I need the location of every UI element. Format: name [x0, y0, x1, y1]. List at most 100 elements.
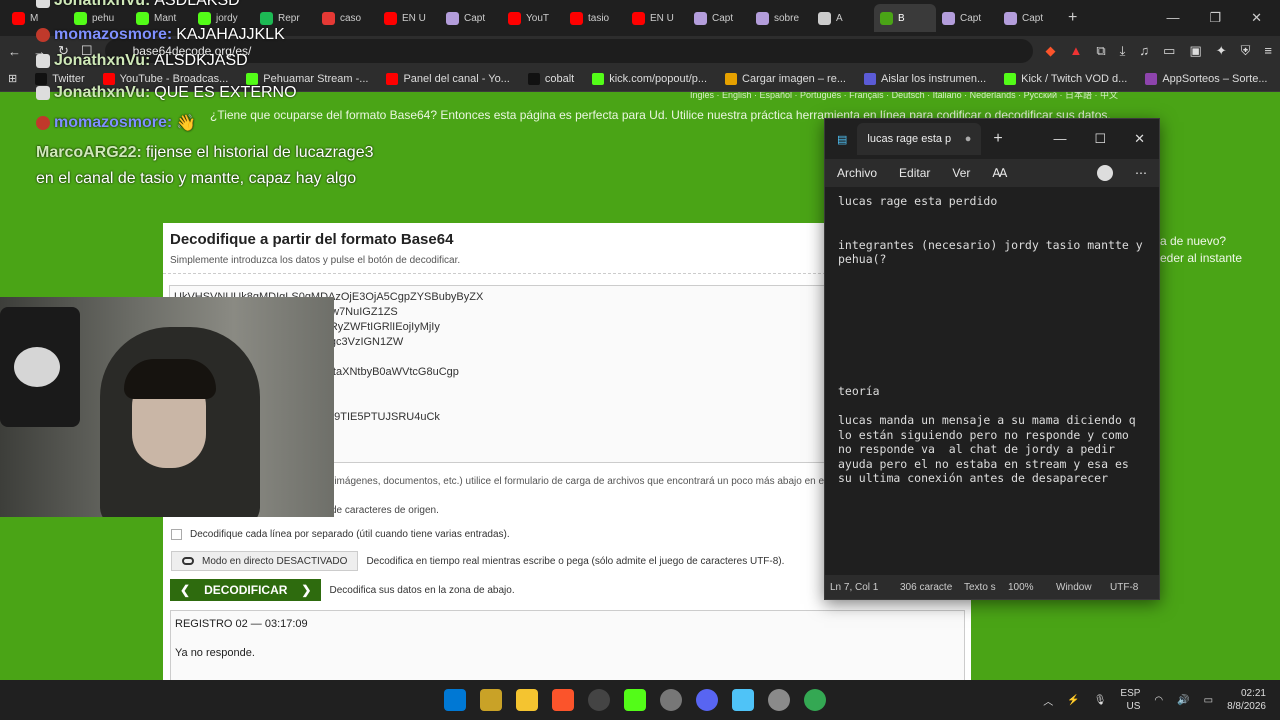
status-text-type: Texto s: [964, 581, 996, 593]
mic-icon[interactable]: 🎙: [1094, 695, 1107, 706]
start-icon[interactable]: [444, 689, 466, 711]
minimize-icon[interactable]: —: [1053, 131, 1066, 147]
chat-text: fijense el historial de lucazrage3: [145, 144, 374, 161]
bookmark-item[interactable]: cobalt: [527, 72, 574, 85]
live-mode-button[interactable]: Modo en directo DESACTIVADO: [171, 551, 359, 571]
chat-text: KAJAHAJJKLK: [176, 26, 285, 43]
menu-editar[interactable]: Editar: [899, 166, 930, 180]
text-format-icon[interactable]: Ꜳ: [992, 166, 1007, 180]
discord-icon[interactable]: [696, 689, 718, 711]
webcam-overlay: [0, 297, 334, 517]
browser-tab[interactable]: Capt: [688, 4, 750, 32]
apps-icon[interactable]: ⊞: [8, 72, 17, 85]
new-tab-icon[interactable]: +: [1068, 9, 1077, 27]
tab-favicon: [384, 11, 397, 25]
bookmark-item[interactable]: Aislar los instrumen...: [863, 72, 986, 85]
browser-tab[interactable]: YouT: [502, 4, 564, 32]
tab-favicon: [260, 11, 273, 25]
volume-icon[interactable]: 🔊: [1177, 695, 1189, 706]
chat-message: JonathxnVu: ASDLAKSD: [36, 0, 240, 10]
file-explorer-icon[interactable]: [516, 689, 538, 711]
close-icon[interactable]: ✕: [1134, 131, 1145, 147]
bookmark-item[interactable]: Twitter: [35, 72, 85, 85]
chat-message: JonathxnVu: ALSDKJASD: [36, 52, 248, 70]
ai-icon[interactable]: ✦: [1216, 43, 1227, 59]
menu-archivo[interactable]: Archivo: [837, 166, 877, 180]
chat-text: QUE ES EXTERNO: [154, 84, 297, 101]
chrome-icon[interactable]: [804, 689, 826, 711]
extensions-icon[interactable]: ⧉: [1096, 43, 1105, 59]
battery-icon[interactable]: ▭: [1204, 695, 1213, 706]
bookmark-item[interactable]: Kick / Twitch VOD d...: [1004, 72, 1127, 85]
bookmark-item[interactable]: Pehuamar Stream -...: [246, 72, 368, 85]
decode-button[interactable]: ❮ DECODIFICAR ❯: [170, 579, 322, 601]
account-avatar[interactable]: [1097, 165, 1113, 181]
browser-tab[interactable]: caso: [316, 4, 378, 32]
kick-icon[interactable]: [624, 689, 646, 711]
browser-tab[interactable]: Capt: [440, 4, 502, 32]
brave-browser-icon[interactable]: [552, 689, 574, 711]
more-icon[interactable]: ⋯: [1135, 166, 1159, 180]
menu-icon[interactable]: ≡: [1264, 43, 1272, 59]
live-mode-desc: Decodifica en tiempo real mientras escri…: [366, 555, 785, 567]
card-title: Decodifique a partir del formato Base64: [170, 231, 454, 248]
bookmark-item[interactable]: Cargar imagen – re...: [725, 72, 846, 85]
notepad-text-area[interactable]: lucas rage esta perdido integrantes (nec…: [825, 187, 1159, 579]
new-tab-icon[interactable]: +: [993, 130, 1002, 148]
wallet-icon[interactable]: ▣: [1189, 43, 1201, 59]
chat-message: MarcoARG22: fijense el historial de lucaz…: [36, 144, 374, 162]
vpn-icon[interactable]: ⛨: [1241, 43, 1251, 59]
chat-message: en el canal de tasio y mantte, capaz hay…: [36, 170, 356, 188]
clock[interactable]: 02:21 8/8/2026: [1227, 687, 1266, 713]
browser-tab[interactable]: B: [874, 4, 936, 32]
browser-tab[interactable]: EN U: [626, 4, 688, 32]
maximize-icon[interactable]: ☐: [1094, 131, 1106, 147]
tab-favicon: [880, 11, 893, 25]
per-line-checkbox[interactable]: [171, 529, 182, 540]
back-icon[interactable]: ←: [8, 44, 21, 59]
browser-tab[interactable]: Capt: [998, 4, 1060, 32]
tab-label: EN U: [402, 12, 426, 24]
close-icon[interactable]: ✕: [1251, 10, 1262, 26]
brave-rewards-icon[interactable]: ▲: [1069, 43, 1082, 59]
menu-ver[interactable]: Ver: [952, 166, 970, 180]
notepad-taskbar-icon[interactable]: [732, 689, 754, 711]
language-links[interactable]: Inglés · English · Español · Português ·…: [690, 92, 1118, 101]
tab-label: sobre: [774, 12, 800, 24]
tab-favicon: [942, 11, 955, 25]
tray-app-icon[interactable]: ⚡: [1067, 695, 1079, 706]
bookmark-item[interactable]: AppSorteos – Sorte...: [1145, 72, 1267, 85]
music-icon[interactable]: ♫: [1139, 43, 1149, 59]
per-line-label: Decodifique cada línea por separado (úti…: [190, 529, 510, 540]
bookmark-item[interactable]: kick.com/popout/p...: [592, 72, 707, 85]
maximize-icon[interactable]: ❐: [1209, 10, 1221, 26]
bookmark-label: Panel del canal - Yo...: [403, 72, 510, 85]
app-icon[interactable]: [660, 689, 682, 711]
bookmark-item[interactable]: YouTube - Broadcas...: [102, 72, 228, 85]
obs-icon[interactable]: [588, 689, 610, 711]
bookmark-icon: [246, 72, 259, 85]
widgets-icon[interactable]: [480, 689, 502, 711]
tab-label: Repr: [278, 12, 300, 24]
bookmark-item[interactable]: Panel del canal - Yo...: [386, 72, 510, 85]
chevron-up-icon[interactable]: ︿: [1043, 693, 1053, 708]
language-indicator[interactable]: ESP US: [1120, 687, 1140, 713]
per-line-checkbox-row[interactable]: Decodifique cada línea por separado (úti…: [171, 529, 510, 540]
browser-tab[interactable]: EN U: [378, 4, 440, 32]
sidebar-icon[interactable]: ▭: [1163, 43, 1175, 59]
download-icon[interactable]: ⤓: [1120, 43, 1126, 59]
browser-tab[interactable]: Capt: [936, 4, 998, 32]
minimize-icon[interactable]: —: [1166, 10, 1179, 26]
tab-favicon: [1004, 11, 1017, 25]
notepad-tab[interactable]: lucas rage esta p ●: [857, 123, 982, 155]
browser-tab[interactable]: A: [812, 4, 874, 32]
settings-icon[interactable]: [768, 689, 790, 711]
status-line-ending: Window: [1056, 581, 1092, 593]
bookmark-icon: [863, 72, 876, 85]
brave-shield-icon[interactable]: ◆: [1045, 43, 1055, 59]
decode-output[interactable]: REGISTRO 02 — 03:17:09 Ya no responde.: [170, 610, 965, 680]
browser-tab[interactable]: tasio: [564, 4, 626, 32]
tab-favicon: [136, 11, 149, 25]
wifi-icon[interactable]: ◠: [1154, 695, 1163, 706]
browser-tab[interactable]: sobre: [750, 4, 812, 32]
